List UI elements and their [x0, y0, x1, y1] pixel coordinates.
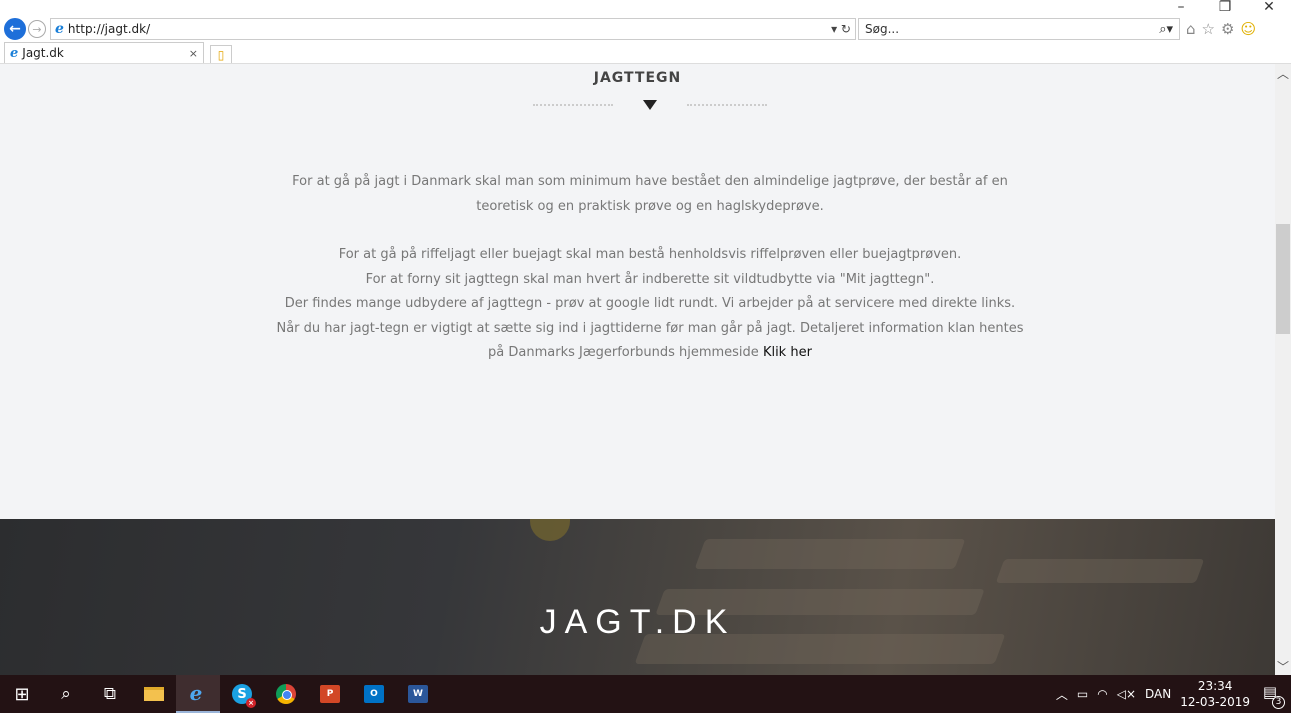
tray-chevron-up-icon[interactable]: ︿: [1056, 686, 1068, 703]
address-bar-row: ← → e http://jagt.dk/ ▾ ↻ Søg... ⌕▾ ⌂ ☆ …: [0, 16, 1291, 42]
section-divider: [530, 100, 770, 110]
skype-glyph: S ×: [232, 684, 256, 708]
text-line: For at gå på riffeljagt eller buejagt sk…: [338, 247, 962, 262]
tab-title: Jagt.dk: [22, 46, 64, 60]
vertical-scrollbar[interactable]: ︿ ﹀: [1275, 64, 1291, 675]
url-text[interactable]: http://jagt.dk/: [68, 22, 831, 36]
file-explorer-icon[interactable]: [132, 675, 176, 713]
scroll-thumb[interactable]: [1276, 224, 1290, 334]
back-button[interactable]: ←: [4, 18, 26, 40]
tab-close-icon[interactable]: ×: [189, 47, 198, 60]
search-icon[interactable]: ⌕: [44, 675, 88, 713]
battery-icon[interactable]: ▭: [1077, 687, 1088, 701]
windows-taskbar: ⊞ ⌕ ⧉ e S × P O W ︿ ▭ ◠ ◁× DAN 23:34 12-0…: [0, 675, 1291, 713]
section-title: JAGTTEGN: [593, 70, 682, 86]
language-indicator[interactable]: DAN: [1145, 687, 1171, 701]
back-arrow-icon: ←: [9, 21, 21, 37]
notification-count: 3: [1272, 696, 1285, 709]
task-view-icon[interactable]: ⧉: [88, 675, 132, 713]
forward-button[interactable]: →: [28, 20, 46, 38]
home-icon[interactable]: ⌂: [1186, 20, 1196, 38]
browser-toolbar: ⌂ ☆ ⚙ ☺: [1186, 20, 1256, 38]
page-viewport: JAGTTEGN For at gå på jagt i Danmark ska…: [0, 64, 1275, 675]
text-line: For at forny sit jagttegn skal man hvert…: [365, 271, 935, 287]
internet-explorer-icon[interactable]: e: [176, 675, 220, 713]
text-line: Der findes mange udbydere af jagttegn - …: [284, 296, 1016, 311]
word-glyph: W: [408, 685, 428, 703]
tab-jagt-dk[interactable]: e Jagt.dk ×: [4, 42, 204, 63]
chrome-glyph: [276, 684, 296, 704]
wifi-icon[interactable]: ◠: [1097, 687, 1107, 701]
clock-time: 23:34: [1197, 679, 1233, 693]
windows-start-icon[interactable]: ⊞: [0, 675, 44, 713]
skype-status-icon: ×: [246, 698, 256, 708]
favorites-star-icon[interactable]: ☆: [1202, 20, 1215, 38]
tab-strip: e Jagt.dk × ▯: [0, 42, 1291, 64]
text-line: Når du har jagt-tegn er vigtigt at sætte…: [270, 317, 1030, 366]
clock-date: 12-03-2019: [1180, 695, 1250, 709]
url-field[interactable]: e http://jagt.dk/ ▾ ↻: [50, 18, 856, 40]
divider-dots-left: [533, 104, 613, 106]
hero-rock-shape: [694, 539, 966, 569]
clock[interactable]: 23:34 12-03-2019: [1180, 678, 1250, 710]
tab-favicon-icon: e: [10, 45, 19, 61]
chevron-down-icon: [643, 100, 657, 110]
intro-paragraph: For at gå på jagt i Danmark skal man som…: [292, 174, 1008, 214]
new-tab-button[interactable]: ▯: [210, 45, 232, 63]
powerpoint-glyph: P: [320, 685, 340, 703]
hero-leaf-shape: [530, 519, 570, 541]
klik-her-link[interactable]: Klik her: [763, 345, 812, 360]
new-tab-icon: ▯: [217, 47, 225, 62]
skype-icon[interactable]: S ×: [220, 675, 264, 713]
word-icon[interactable]: W: [396, 675, 440, 713]
notification-center-icon[interactable]: ▤ 3: [1259, 683, 1285, 709]
window-controls: – ❐ ✕: [1159, 0, 1291, 16]
system-tray: ︿ ▭ ◠ ◁× DAN 23:34 12-03-2019 ▤ 3: [1056, 678, 1291, 710]
ie-glyph: e: [189, 681, 203, 705]
chrome-icon[interactable]: [264, 675, 308, 713]
outlook-glyph: O: [364, 685, 384, 703]
minimize-button[interactable]: –: [1159, 0, 1203, 16]
hero-rock-shape: [995, 559, 1205, 583]
folder-shape: [144, 687, 164, 701]
close-button[interactable]: ✕: [1247, 0, 1291, 16]
feedback-smiley-icon[interactable]: ☺: [1240, 20, 1256, 38]
search-placeholder[interactable]: Søg...: [865, 22, 1159, 36]
forward-arrow-icon: →: [32, 22, 42, 36]
restore-button[interactable]: ❐: [1203, 0, 1247, 16]
jagttegn-text: For at gå på jagt i Danmark skal man som…: [270, 170, 1030, 366]
outlook-icon[interactable]: O: [352, 675, 396, 713]
gear-icon[interactable]: ⚙: [1221, 20, 1234, 38]
footer-brand: JAGT.DK: [539, 603, 736, 641]
search-icon[interactable]: ⌕▾: [1159, 22, 1173, 37]
divider-dots-right: [687, 104, 767, 106]
search-field[interactable]: Søg... ⌕▾: [858, 18, 1180, 40]
volume-muted-icon[interactable]: ◁×: [1117, 687, 1136, 701]
scroll-up-icon[interactable]: ︿: [1275, 64, 1291, 82]
footer-hero: JAGT.DK: [0, 519, 1275, 675]
powerpoint-icon[interactable]: P: [308, 675, 352, 713]
text-line-info: Når du har jagt-tegn er vigtigt at sætte…: [276, 320, 1024, 361]
refresh-icon[interactable]: ▾ ↻: [831, 22, 851, 36]
ie-favicon-icon: e: [55, 21, 64, 37]
scroll-down-icon[interactable]: ﹀: [1275, 657, 1291, 675]
